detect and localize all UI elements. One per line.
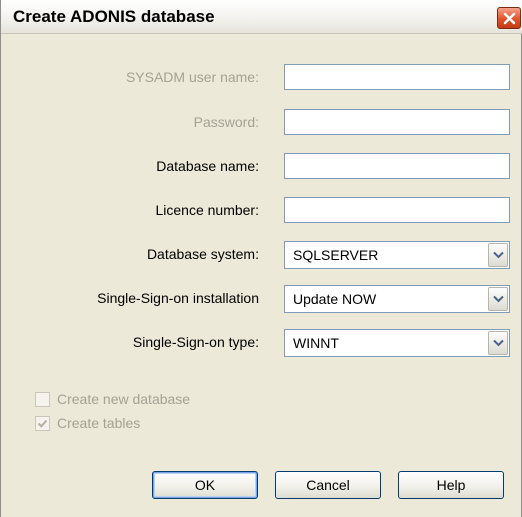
sysadm-user-label: SYSADM user name:	[125, 69, 259, 85]
sso-installation-select[interactable]: Update NOW	[284, 285, 510, 313]
chevron-down-icon	[493, 251, 504, 259]
create-new-database-checkbox[interactable]	[35, 392, 50, 407]
sso-installation-value: Update NOW	[293, 291, 377, 307]
database-system-select[interactable]: SQLSERVER	[284, 241, 510, 269]
create-tables-label: Create tables	[57, 415, 141, 431]
licence-number-input[interactable]	[284, 197, 510, 223]
create-new-database-label: Create new database	[57, 391, 191, 407]
help-button[interactable]: Help	[398, 471, 504, 499]
licence-number-label: Licence number:	[155, 202, 259, 218]
sso-installation-dropdown-button[interactable]	[488, 287, 508, 311]
create-database-dialog: Create ADONIS database SYSADM user name:…	[0, 0, 522, 517]
database-name-input[interactable]	[284, 153, 510, 179]
close-icon	[503, 12, 516, 25]
chevron-down-icon	[493, 339, 504, 347]
chevron-down-icon	[493, 295, 504, 303]
close-button[interactable]	[497, 7, 521, 29]
sso-installation-label: Single-Sign-on installation	[97, 290, 259, 306]
database-system-dropdown-button[interactable]	[488, 243, 508, 267]
dialog-title: Create ADONIS database	[13, 7, 215, 26]
sso-type-dropdown-button[interactable]	[488, 331, 508, 355]
create-tables-checkbox[interactable]	[35, 416, 50, 431]
database-system-label: Database system:	[146, 246, 259, 262]
sso-type-label: Single-Sign-on type:	[132, 334, 259, 350]
sso-type-value: WINNT	[293, 335, 339, 351]
password-label: Password:	[193, 114, 259, 130]
title-bar[interactable]: Create ADONIS database	[1, 0, 522, 34]
cancel-button[interactable]: Cancel	[275, 471, 381, 499]
sso-type-select[interactable]: WINNT	[284, 329, 510, 357]
ok-button[interactable]: OK	[152, 471, 258, 499]
database-system-value: SQLSERVER	[293, 247, 379, 263]
sysadm-user-input[interactable]	[284, 64, 510, 90]
password-input[interactable]	[284, 109, 510, 135]
checkmark-icon	[37, 419, 48, 428]
database-name-label: Database name:	[156, 158, 259, 174]
